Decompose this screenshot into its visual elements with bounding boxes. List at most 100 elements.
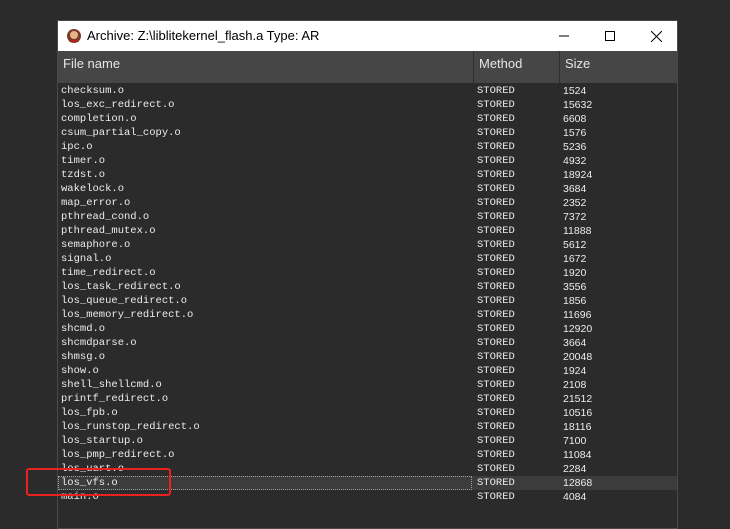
file-name-cell: pthread_cond.o <box>61 211 150 223</box>
close-icon <box>650 30 662 42</box>
title-bar[interactable]: Archive: Z:\liblitekernel_flash.a Type: … <box>58 21 677 51</box>
size-cell: 2284 <box>563 463 587 475</box>
file-row[interactable]: shcmdparse.o STORED 3664 <box>58 336 677 350</box>
file-row[interactable]: los_exc_redirect.o STORED 15632 <box>58 98 677 112</box>
size-cell: 1672 <box>563 253 587 265</box>
file-row[interactable]: timer.o STORED 4932 <box>58 154 677 168</box>
file-row[interactable]: ipc.o STORED 5236 <box>58 140 677 154</box>
column-header-size[interactable]: Size <box>560 51 677 83</box>
list-header: File name Method Size <box>58 51 677 83</box>
method-cell: STORED <box>477 379 515 391</box>
maximize-button[interactable] <box>587 21 633 51</box>
method-cell: STORED <box>477 211 515 223</box>
size-cell: 6608 <box>563 113 587 125</box>
file-name-cell: csum_partial_copy.o <box>61 127 181 139</box>
file-row[interactable]: los_task_redirect.o STORED 3556 <box>58 280 677 294</box>
file-name-cell: los_queue_redirect.o <box>61 295 188 307</box>
size-cell: 18116 <box>563 421 592 433</box>
method-cell: STORED <box>477 225 515 237</box>
file-name-cell: ipc.o <box>61 141 93 153</box>
method-cell: STORED <box>477 365 515 377</box>
file-row[interactable]: semaphore.o STORED 5612 <box>58 238 677 252</box>
method-cell: STORED <box>477 337 515 349</box>
file-row[interactable]: los_startup.o STORED 7100 <box>58 434 677 448</box>
file-row[interactable]: pthread_cond.o STORED 7372 <box>58 210 677 224</box>
size-cell: 5236 <box>563 141 587 153</box>
file-name-cell: completion.o <box>61 113 137 125</box>
file-name-cell: wakelock.o <box>61 183 125 195</box>
size-cell: 2108 <box>563 379 587 391</box>
size-cell: 11696 <box>563 309 592 321</box>
file-name-cell: shcmd.o <box>61 323 106 335</box>
file-name-cell: checksum.o <box>61 85 125 97</box>
file-list[interactable]: File name Method Size checksum.o STORED 15… <box>58 51 677 528</box>
size-cell: 20048 <box>563 351 593 363</box>
file-row[interactable]: los_fpb.o STORED 10516 <box>58 406 677 420</box>
size-cell: 12868 <box>563 477 593 489</box>
size-cell: 12920 <box>563 323 593 335</box>
file-name-cell: shcmdparse.o <box>61 337 137 349</box>
file-name-cell: los_pmp_redirect.o <box>61 449 175 461</box>
file-row[interactable]: show.o STORED 1924 <box>58 364 677 378</box>
minimize-icon <box>559 35 569 37</box>
file-row[interactable]: los_memory_redirect.o STORED 11696 <box>58 308 677 322</box>
window-title: Archive: Z:\liblitekernel_flash.a Type: … <box>87 28 320 43</box>
file-row[interactable]: shcmd.o STORED 12920 <box>58 322 677 336</box>
method-cell: STORED <box>477 127 515 139</box>
size-cell: 1524 <box>563 85 587 97</box>
file-row[interactable]: map_error.o STORED 2352 <box>58 196 677 210</box>
maximize-icon <box>605 31 615 41</box>
method-cell: STORED <box>477 407 515 419</box>
file-name-cell: los_memory_redirect.o <box>61 309 194 321</box>
annotation-highlight-box <box>26 468 171 496</box>
close-button[interactable] <box>633 21 677 51</box>
method-cell: STORED <box>477 155 515 167</box>
column-header-file-name[interactable]: File name <box>58 51 474 83</box>
method-cell: STORED <box>477 113 515 125</box>
file-row[interactable]: pthread_mutex.o STORED 11888 <box>58 224 677 238</box>
file-name-cell: los_startup.o <box>61 435 143 447</box>
file-row[interactable]: shell_shellcmd.o STORED 2108 <box>58 378 677 392</box>
file-row[interactable]: signal.o STORED 1672 <box>58 252 677 266</box>
file-row[interactable]: time_redirect.o STORED 1920 <box>58 266 677 280</box>
size-cell: 1924 <box>563 365 587 377</box>
file-name-cell: los_exc_redirect.o <box>61 99 175 111</box>
method-cell: STORED <box>477 463 515 475</box>
size-cell: 10516 <box>563 407 593 419</box>
file-row[interactable]: los_pmp_redirect.o STORED 11084 <box>58 448 677 462</box>
method-cell: STORED <box>477 99 515 111</box>
file-name-cell: map_error.o <box>61 197 131 209</box>
method-cell: STORED <box>477 491 515 503</box>
method-cell: STORED <box>477 309 515 321</box>
file-row[interactable]: wakelock.o STORED 3684 <box>58 182 677 196</box>
file-row[interactable]: printf_redirect.o STORED 21512 <box>58 392 677 406</box>
file-row[interactable]: completion.o STORED 6608 <box>58 112 677 126</box>
size-cell: 1856 <box>563 295 587 307</box>
file-row[interactable]: los_queue_redirect.o STORED 1856 <box>58 294 677 308</box>
file-row[interactable]: shmsg.o STORED 20048 <box>58 350 677 364</box>
file-name-cell: show.o <box>61 365 99 377</box>
file-name-cell: signal.o <box>61 253 112 265</box>
method-cell: STORED <box>477 295 515 307</box>
file-row[interactable]: los_runstop_redirect.o STORED 18116 <box>58 420 677 434</box>
file-row[interactable]: checksum.o STORED 1524 <box>58 84 677 98</box>
method-cell: STORED <box>477 253 515 265</box>
method-cell: STORED <box>477 141 515 153</box>
file-name-cell: time_redirect.o <box>61 267 156 279</box>
size-cell: 2352 <box>563 197 587 209</box>
size-cell: 7100 <box>563 435 587 447</box>
size-cell: 7372 <box>563 211 587 223</box>
size-cell: 15632 <box>563 99 593 111</box>
file-name-cell: los_runstop_redirect.o <box>61 421 200 433</box>
file-row[interactable]: tzdst.o STORED 18924 <box>58 168 677 182</box>
column-header-method[interactable]: Method <box>474 51 560 83</box>
method-cell: STORED <box>477 85 515 97</box>
file-name-cell: pthread_mutex.o <box>61 225 156 237</box>
method-cell: STORED <box>477 239 515 251</box>
file-name-cell: los_task_redirect.o <box>61 281 181 293</box>
method-cell: STORED <box>477 197 515 209</box>
size-cell: 4932 <box>563 155 587 167</box>
file-name-cell: shell_shellcmd.o <box>61 379 162 391</box>
file-row[interactable]: csum_partial_copy.o STORED 1576 <box>58 126 677 140</box>
minimize-button[interactable] <box>541 21 587 51</box>
